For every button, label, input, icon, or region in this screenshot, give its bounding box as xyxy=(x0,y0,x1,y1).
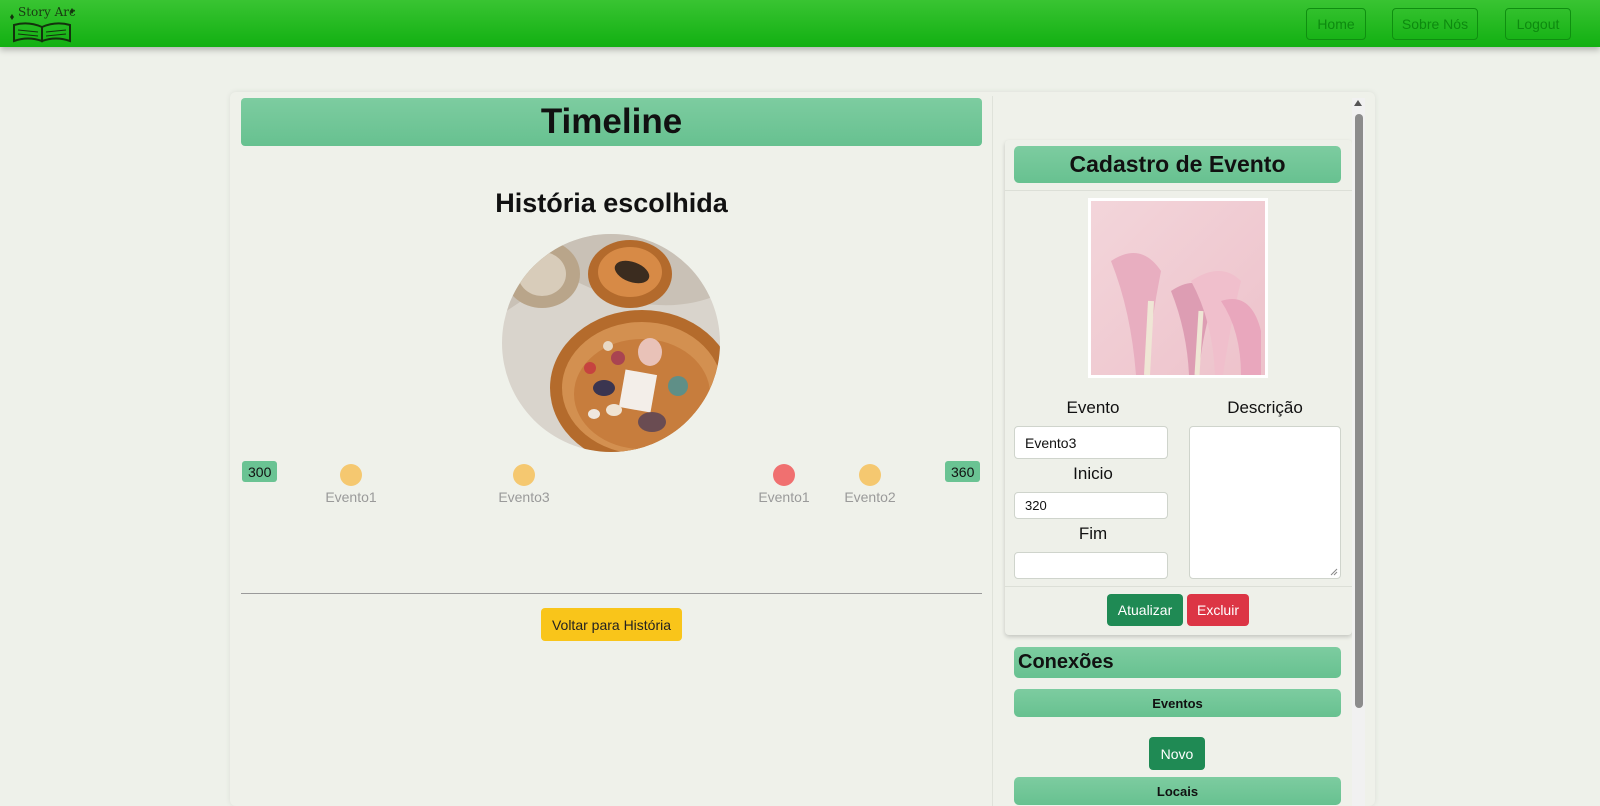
range-end-badge: 360 xyxy=(945,461,981,482)
descricao-textarea[interactable] xyxy=(1189,426,1341,579)
timeline-title: Timeline xyxy=(241,98,982,146)
locations-section-header[interactable]: Locais xyxy=(1014,777,1341,805)
event-dot-3[interactable] xyxy=(773,464,795,486)
event-label-3: Evento1 xyxy=(758,489,810,505)
back-to-story-button[interactable]: Voltar para História xyxy=(541,608,682,641)
story-image xyxy=(502,234,720,452)
evento-label: Evento xyxy=(1066,398,1120,417)
resize-grip-icon[interactable] xyxy=(1330,568,1338,576)
event-label-4: Evento2 xyxy=(844,489,896,505)
event-label-1: Evento1 xyxy=(325,489,377,505)
form-action-divider xyxy=(1005,586,1352,587)
evento-input[interactable]: Evento3 xyxy=(1014,426,1168,459)
scrollbar-thumb[interactable] xyxy=(1355,114,1363,708)
inicio-input[interactable]: 320 xyxy=(1014,492,1168,519)
event-dot-1[interactable] xyxy=(340,464,362,486)
event-label-2: Evento3 xyxy=(498,489,550,505)
about-button[interactable]: Sobre Nós xyxy=(1392,8,1478,40)
story-arc-logo[interactable]: Story Arc xyxy=(8,3,78,43)
fim-input[interactable] xyxy=(1014,552,1168,579)
form-header-divider xyxy=(1005,190,1352,191)
scroll-up-arrow-icon[interactable] xyxy=(1354,100,1362,106)
fim-label: Fim xyxy=(1078,524,1108,543)
logo-text: Story Arc xyxy=(18,5,76,19)
descricao-label: Descrição xyxy=(1227,398,1303,417)
inicio-label: Inicio xyxy=(1073,464,1113,483)
events-section-header[interactable]: Eventos xyxy=(1014,689,1341,717)
story-title: História escolhida xyxy=(495,188,728,218)
event-dot-2[interactable] xyxy=(513,464,535,486)
range-start-badge: 300 xyxy=(242,461,278,482)
logout-button[interactable]: Logout xyxy=(1505,8,1571,40)
delete-button[interactable]: Excluir xyxy=(1187,594,1249,626)
connections-title: Conexões xyxy=(1014,647,1341,678)
event-image[interactable] xyxy=(1088,198,1268,378)
event-dot-4[interactable] xyxy=(859,464,881,486)
new-connection-button[interactable]: Novo xyxy=(1149,737,1205,770)
event-form-title: Cadastro de Evento xyxy=(1014,146,1341,183)
update-button[interactable]: Atualizar xyxy=(1107,594,1183,626)
navbar: Story Arc Home Sobre Nós Logout xyxy=(0,0,1600,47)
timeline-divider xyxy=(241,593,982,594)
home-button[interactable]: Home xyxy=(1306,8,1366,40)
